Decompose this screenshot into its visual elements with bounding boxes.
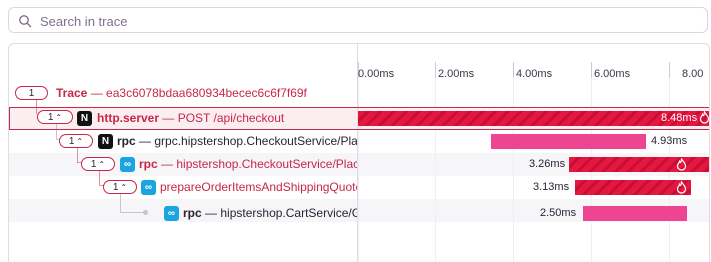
span-duration: 3.13ms bbox=[533, 181, 570, 193]
tick-mark bbox=[669, 62, 670, 78]
tick-label: 4.00ms bbox=[516, 68, 553, 80]
tree-connector bbox=[77, 146, 78, 162]
chevron-up-icon: ⌃ bbox=[76, 136, 84, 146]
tick-gridline bbox=[435, 62, 436, 262]
span-bar[interactable] bbox=[583, 206, 687, 221]
span-description: POST /api/checkout bbox=[177, 111, 285, 125]
tree-leaf-dot bbox=[143, 210, 148, 215]
span-title[interactable]: rpc — hipstershop.CheckoutService/PlaceO… bbox=[139, 157, 357, 171]
span-op: rpc bbox=[183, 206, 202, 220]
tree-connector bbox=[120, 212, 144, 213]
span-bar[interactable] bbox=[575, 180, 691, 195]
trace-count-toggle[interactable]: 1 bbox=[15, 86, 48, 100]
span-description: hipstershop.CheckoutService/PlaceOrder bbox=[176, 157, 357, 171]
trace-separator: — bbox=[90, 86, 103, 100]
tick-label: 0.00ms bbox=[358, 68, 395, 80]
span-count: 1 bbox=[90, 158, 97, 170]
span-duration: 2.50ms bbox=[540, 207, 577, 219]
trace-count: 1 bbox=[28, 87, 35, 99]
span-title[interactable]: rpc — hipstershop.CartService/GetCart bbox=[183, 206, 357, 220]
grpc-icon: ∞ bbox=[164, 206, 179, 221]
chevron-up-icon: ⌃ bbox=[120, 182, 128, 192]
grpc-icon: ∞ bbox=[120, 157, 135, 172]
nextjs-icon: N bbox=[77, 111, 92, 126]
grpc-icon: ∞ bbox=[141, 180, 156, 195]
span-op: rpc bbox=[139, 157, 158, 171]
tick-gridline bbox=[513, 62, 514, 262]
span-title[interactable]: rpc — grpc.hipstershop.CheckoutService/P… bbox=[117, 134, 357, 148]
span-separator: — bbox=[205, 206, 218, 220]
span-bar[interactable] bbox=[358, 111, 709, 126]
span-separator: — bbox=[139, 134, 152, 148]
chevron-up-icon: ⌃ bbox=[55, 112, 63, 122]
chevron-up-icon: ⌃ bbox=[98, 159, 106, 169]
tick-label: 8.00 bbox=[682, 68, 704, 80]
fire-icon bbox=[676, 181, 687, 194]
trace-id: ea3c6078bdaa680934becec6c6f7f69f bbox=[106, 86, 307, 100]
span-duration: 4.93ms bbox=[651, 135, 688, 147]
tick-mark bbox=[435, 62, 436, 78]
span-bar[interactable] bbox=[491, 134, 646, 149]
span-separator: — bbox=[161, 157, 174, 171]
span-description: grpc.hipstershop.CheckoutService/PlaceOr… bbox=[154, 134, 357, 148]
tick-gridline bbox=[358, 62, 359, 262]
span-count-toggle[interactable]: 1 ⌃ bbox=[59, 134, 93, 148]
span-count: 1 bbox=[112, 181, 119, 193]
trace-title[interactable]: Trace — ea3c6078bdaa680934becec6c6f7f69f bbox=[56, 86, 307, 100]
span-title[interactable]: prepareOrderItemsAndShippingQuoteFromCar… bbox=[160, 180, 357, 194]
span-separator: — bbox=[162, 111, 175, 125]
span-count: 1 bbox=[47, 111, 54, 123]
span-count-toggle[interactable]: 1 ⌃ bbox=[81, 157, 115, 171]
span-count-toggle[interactable]: 1 ⌃ bbox=[37, 110, 73, 124]
tree-connector bbox=[36, 100, 37, 114]
tree-connector bbox=[120, 192, 121, 212]
span-count-toggle[interactable]: 1 ⌃ bbox=[103, 180, 137, 194]
span-op: http.server bbox=[97, 111, 160, 125]
trace-waterfall: 0.00ms 2.00ms 4.00ms 6.00ms 8.00 1 Trace… bbox=[8, 43, 710, 262]
span-duration: 3.26ms bbox=[529, 158, 566, 170]
fire-icon bbox=[699, 111, 709, 124]
span-count: 1 bbox=[68, 135, 75, 147]
span-op: rpc bbox=[117, 134, 136, 148]
fire-icon bbox=[676, 158, 687, 171]
nextjs-icon: N bbox=[98, 134, 113, 149]
tree-connector bbox=[56, 123, 57, 139]
tick-mark bbox=[591, 62, 592, 78]
search-field[interactable]: Search in trace bbox=[8, 7, 708, 33]
trace-label: Trace bbox=[56, 86, 88, 100]
tick-label: 2.00ms bbox=[438, 68, 475, 80]
span-title[interactable]: http.server — POST /api/checkout bbox=[97, 111, 284, 125]
search-placeholder: Search in trace bbox=[40, 14, 128, 29]
span-description: prepareOrderItemsAndShippingQuoteFromCar… bbox=[160, 180, 357, 194]
tick-mark bbox=[513, 62, 514, 78]
span-duration: 8.48ms bbox=[661, 112, 698, 124]
span-bar[interactable] bbox=[569, 157, 709, 172]
span-description: hipstershop.CartService/GetCart bbox=[220, 206, 357, 220]
search-icon bbox=[19, 15, 32, 28]
tick-label: 6.00ms bbox=[594, 68, 631, 80]
tree-connector bbox=[99, 169, 100, 185]
